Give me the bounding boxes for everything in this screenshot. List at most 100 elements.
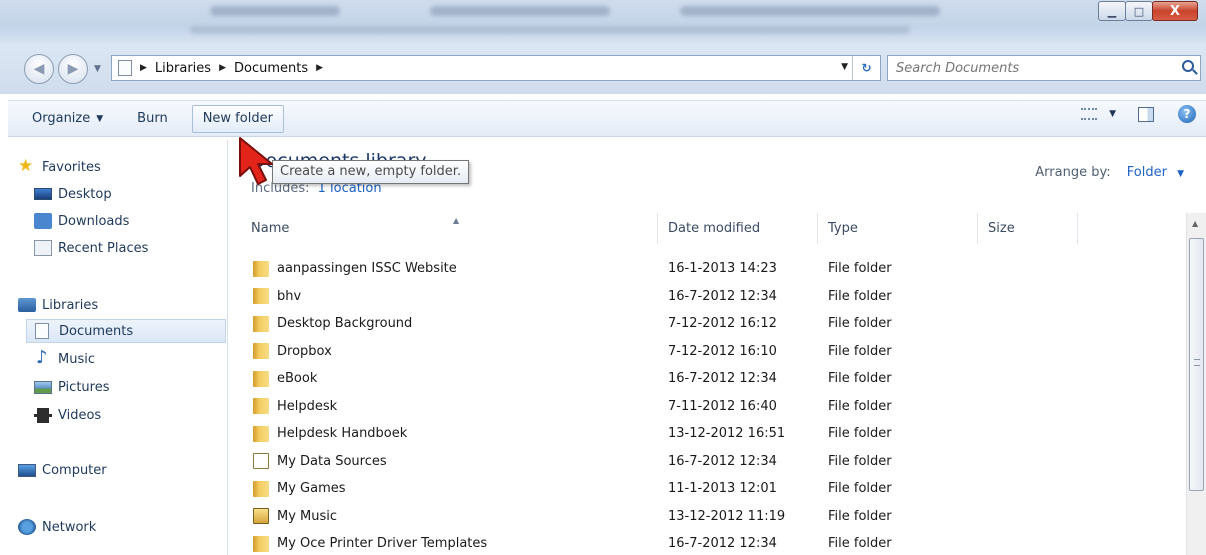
sort-ascending-icon: ▲ xyxy=(453,216,460,225)
file-name: eBook xyxy=(277,371,318,387)
organize-button[interactable]: Organize ▼ xyxy=(22,105,113,133)
sidebar-item-network[interactable]: Network xyxy=(18,515,96,539)
help-icon[interactable]: ? xyxy=(1178,105,1196,123)
file-row[interactable]: eBook 16-7-2012 12:34 File folder xyxy=(241,365,1184,393)
breadcrumb-libraries[interactable]: Libraries xyxy=(155,61,211,76)
view-options-dropdown[interactable]: ▼ xyxy=(1109,109,1116,119)
file-type: File folder xyxy=(828,316,892,332)
minimize-button[interactable]: ▁ xyxy=(1098,1,1126,21)
arrange-by-dropdown[interactable]: Folder xyxy=(1127,165,1167,180)
address-history-dropdown[interactable]: ▼ xyxy=(841,62,848,72)
file-name-cell: Helpdesk xyxy=(241,398,658,415)
sidebar-item-documents[interactable]: Documents xyxy=(26,319,226,343)
close-button[interactable]: X xyxy=(1152,1,1198,21)
column-header-type[interactable]: Type xyxy=(818,213,978,244)
file-row[interactable]: aanpassingen ISSC Website 16-1-2013 14:23… xyxy=(241,255,1184,283)
organize-label: Organize xyxy=(32,111,91,126)
column-label: Name xyxy=(251,221,290,236)
refresh-button[interactable]: ↻ xyxy=(852,56,880,80)
file-name-cell: Helpdesk Handboek xyxy=(241,425,658,442)
file-row[interactable]: Desktop Background 7-12-2012 16:12 File fo… xyxy=(241,310,1184,338)
mouse-pointer-icon xyxy=(239,137,273,185)
arrange-by: Arrange by: Folder ▼ xyxy=(1035,165,1184,180)
sidebar-item-libraries[interactable]: Libraries xyxy=(18,293,98,317)
column-label: Type xyxy=(828,221,858,236)
sidebar-item-recent-places[interactable]: Recent Places xyxy=(34,236,148,260)
sidebar-item-music[interactable]: Music xyxy=(34,347,95,371)
file-name: bhv xyxy=(277,288,302,304)
folder-icon xyxy=(253,343,269,360)
file-row[interactable]: My Games 11-1-2013 12:01 File folder xyxy=(241,475,1184,503)
view-controls: ▼ ? xyxy=(1081,105,1196,123)
forward-button[interactable]: ▶ xyxy=(58,54,88,84)
column-headers: Name ▲ Date modified Type Size xyxy=(241,213,1184,244)
recent-pages-dropdown[interactable]: ▼ xyxy=(94,64,101,74)
folder-icon xyxy=(253,315,269,332)
breadcrumb-separator-icon[interactable]: ▶ xyxy=(316,63,323,73)
file-date: 7-11-2012 16:40 xyxy=(668,398,777,414)
sidebar-item-downloads[interactable]: Downloads xyxy=(34,209,129,233)
file-date: 16-7-2012 12:34 xyxy=(668,536,777,552)
file-row[interactable]: My Oce Printer Driver Templates 16-7-2012… xyxy=(241,530,1184,555)
search-icon[interactable] xyxy=(1182,60,1194,72)
file-name-cell: My Oce Printer Driver Templates xyxy=(241,535,658,552)
file-row[interactable]: Dropbox 7-12-2012 16:10 File folder xyxy=(241,338,1184,366)
vertical-scrollbar[interactable]: ▲ xyxy=(1186,213,1206,555)
maximize-button[interactable]: □ xyxy=(1125,1,1153,21)
forward-arrow-icon: ▶ xyxy=(67,61,79,77)
file-type: File folder xyxy=(828,481,892,497)
refresh-icon: ↻ xyxy=(861,61,872,75)
data-sources-folder-icon xyxy=(253,453,269,470)
sidebar-item-videos[interactable]: Videos xyxy=(34,403,101,427)
column-header-size[interactable]: Size xyxy=(978,213,1078,244)
sidebar-item-label: Videos xyxy=(58,407,102,423)
sidebar-item-label: Recent Places xyxy=(58,240,149,256)
burn-label: Burn xyxy=(137,111,168,126)
file-name: Desktop Background xyxy=(277,316,413,332)
column-header-name[interactable]: Name ▲ xyxy=(241,213,658,244)
search-input[interactable] xyxy=(888,60,1168,76)
file-row[interactable]: My Data Sources 16-7-2012 12:34 File folde… xyxy=(241,448,1184,476)
file-type: File folder xyxy=(828,288,892,304)
file-date: 13-12-2012 11:19 xyxy=(668,508,786,524)
new-folder-button[interactable]: New folder xyxy=(191,104,284,133)
file-row[interactable]: Helpdesk 7-11-2012 16:40 File folder xyxy=(241,393,1184,421)
file-row[interactable]: My Music 13-12-2012 11:19 File folder xyxy=(241,503,1184,531)
file-list-pane: Documents library Includes: 1 location A… xyxy=(229,140,1206,555)
file-row[interactable]: Helpdesk Handboek 13-12-2012 16:51 File fo… xyxy=(241,420,1184,448)
music-note-icon xyxy=(34,347,52,368)
pictures-icon xyxy=(34,380,52,394)
breadcrumb-documents[interactable]: Documents xyxy=(234,61,308,76)
file-name-cell: My Data Sources xyxy=(241,453,658,470)
sidebar-item-computer[interactable]: Computer xyxy=(18,458,107,482)
sidebar-item-label: Computer xyxy=(42,462,107,478)
blurred-title xyxy=(430,6,610,16)
file-date: 13-12-2012 16:51 xyxy=(668,426,786,442)
back-button[interactable]: ◀ xyxy=(24,54,54,84)
scroll-thumb[interactable] xyxy=(1189,238,1204,491)
breadcrumb-separator-icon[interactable]: ▶ xyxy=(219,63,226,73)
sidebar-item-pictures[interactable]: Pictures xyxy=(34,375,109,399)
sidebar-item-label: Downloads xyxy=(58,213,130,229)
column-header-date[interactable]: Date modified xyxy=(658,213,818,244)
scroll-up-icon[interactable]: ▲ xyxy=(1192,219,1198,228)
change-view-icon[interactable] xyxy=(1081,108,1098,120)
file-name-cell: My Games xyxy=(241,480,658,497)
file-name: My Music xyxy=(277,508,338,524)
file-date: 16-7-2012 12:34 xyxy=(668,288,777,304)
file-type: File folder xyxy=(828,398,892,414)
new-folder-tooltip: Create a new, empty folder. xyxy=(272,160,470,184)
preview-pane-icon[interactable] xyxy=(1138,106,1154,122)
sidebar-item-label: Pictures xyxy=(58,379,110,395)
folder-icon xyxy=(253,535,269,552)
file-type: File folder xyxy=(828,343,892,359)
sidebar-item-label: Desktop xyxy=(58,186,112,202)
breadcrumb-separator-icon[interactable]: ▶ xyxy=(140,63,147,73)
sidebar-item-desktop[interactable]: Desktop xyxy=(34,182,112,206)
file-name: My Oce Printer Driver Templates xyxy=(277,536,488,552)
burn-button[interactable]: Burn xyxy=(127,105,178,133)
sidebar-item-favorites[interactable]: Favorites xyxy=(18,155,101,179)
address-bar[interactable]: ▶ Libraries ▶ Documents ▶ ▼ ↻ xyxy=(111,55,881,81)
file-row[interactable]: bhv 16-7-2012 12:34 File folder xyxy=(241,283,1184,311)
chevron-down-icon[interactable]: ▼ xyxy=(1177,169,1184,179)
